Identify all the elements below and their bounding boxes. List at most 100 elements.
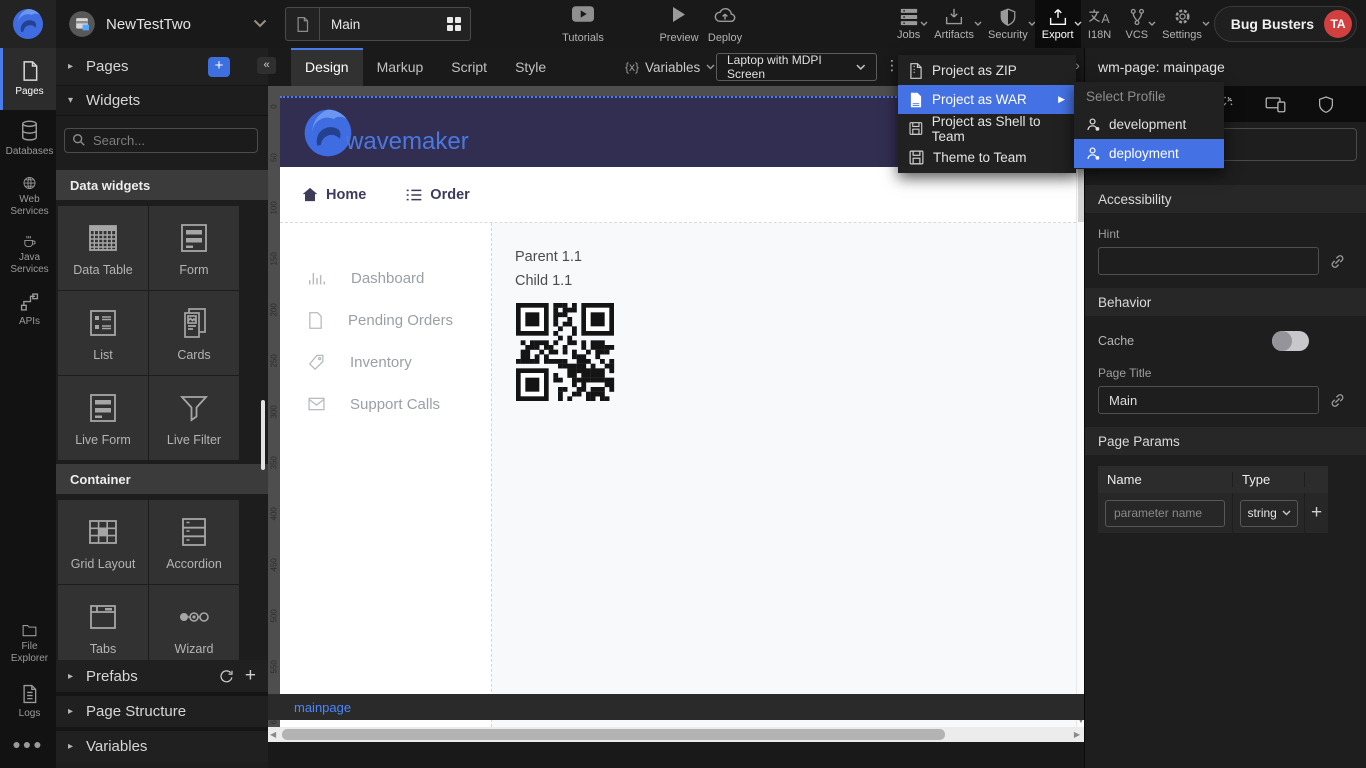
- save-disk-icon: [909, 150, 924, 165]
- widget-cards[interactable]: Cards: [149, 291, 239, 375]
- git-branch-icon: [1128, 8, 1146, 26]
- more-sidebar-items-icon[interactable]: ●●●: [0, 736, 56, 752]
- properties-panel-title: wm-page: mainpage: [1085, 48, 1366, 86]
- scroll-right-arrow-icon[interactable]: ▶: [1074, 730, 1080, 739]
- design-canvas[interactable]: wavemaker Home Order Dashboard: [280, 96, 1076, 727]
- canvas-brand-text: wavemaker: [346, 128, 469, 156]
- project-menu[interactable]: NewTestTwo: [68, 0, 267, 48]
- page-grid-icon[interactable]: [446, 16, 470, 32]
- jobs-button[interactable]: Jobs: [890, 0, 927, 48]
- widget-form[interactable]: Form: [149, 206, 239, 290]
- canvas-vertical-scrollbar[interactable]: ▼: [1076, 96, 1084, 727]
- user-avatar[interactable]: TA: [1324, 10, 1352, 38]
- bind-link-icon[interactable]: [1329, 392, 1346, 409]
- refresh-icon[interactable]: [218, 669, 233, 684]
- live-form-icon: [85, 390, 121, 426]
- i18n-button[interactable]: A I18N: [1081, 0, 1119, 48]
- param-type-select[interactable]: string: [1240, 500, 1298, 527]
- sidebar-item-databases[interactable]: Databases: [0, 110, 56, 168]
- folder-icon: [19, 623, 40, 637]
- section-page-params[interactable]: Page Params: [1085, 427, 1366, 455]
- tab-script[interactable]: Script: [437, 48, 501, 86]
- widget-accordion[interactable]: Accordion: [149, 500, 239, 584]
- variables-button[interactable]: {x} Variables: [625, 48, 715, 86]
- table-row: string +: [1098, 493, 1328, 533]
- param-name-input[interactable]: [1105, 500, 1225, 527]
- bind-link-icon[interactable]: [1329, 253, 1346, 270]
- panel-section-prefabs[interactable]: ▸ Prefabs +: [56, 660, 268, 692]
- nav-item-support-calls[interactable]: Support Calls: [280, 383, 491, 425]
- team-menu[interactable]: Bug Busters TA: [1214, 6, 1357, 42]
- device-selector[interactable]: Laptop with MDPI Screen: [716, 53, 877, 81]
- tab-design[interactable]: Design: [291, 48, 363, 86]
- widget-live-form[interactable]: Live Form: [58, 376, 148, 460]
- devices-icon[interactable]: [1265, 96, 1286, 113]
- page-selector[interactable]: Main: [285, 7, 471, 41]
- menu-item-project-as-shell-to-team[interactable]: Project as Shell to Team: [898, 114, 1076, 143]
- security-shield-outline-icon[interactable]: [1317, 95, 1335, 114]
- section-accessibility[interactable]: Accessibility: [1085, 185, 1366, 213]
- cache-toggle[interactable]: [1272, 331, 1309, 351]
- artifacts-button[interactable]: Artifacts: [927, 0, 981, 48]
- page-title-input[interactable]: [1098, 386, 1319, 414]
- section-behavior[interactable]: Behavior: [1085, 288, 1366, 316]
- panel-section-pages[interactable]: ▸ Pages +: [56, 48, 268, 86]
- horizontal-scroll-thumb[interactable]: [282, 729, 945, 740]
- profile-deployment[interactable]: deployment: [1074, 139, 1224, 168]
- sidebar-item-pages[interactable]: Pages: [0, 48, 56, 110]
- sidebar-item-file-explorer[interactable]: File Explorer: [0, 615, 56, 673]
- vcs-button[interactable]: VCS: [1119, 0, 1156, 48]
- widget-grid-layout[interactable]: Grid Layout: [58, 500, 148, 584]
- sidebar-item-java-services[interactable]: Java Services: [0, 226, 56, 284]
- panel-section-variables[interactable]: ▸ Variables: [56, 731, 268, 762]
- profile-development[interactable]: development: [1074, 110, 1224, 139]
- tab-markup[interactable]: Markup: [363, 48, 438, 86]
- tutorials-button[interactable]: Tutorials: [552, 6, 614, 44]
- widget-list[interactable]: List: [58, 291, 148, 375]
- widget-tabs[interactable]: Tabs: [58, 585, 148, 669]
- tag-icon: [308, 354, 325, 371]
- widget-live-filter[interactable]: Live Filter: [149, 376, 239, 460]
- status-page-link[interactable]: mainpage: [294, 700, 351, 715]
- canvas-content[interactable]: Parent 1.1 Child 1.1: [492, 223, 1076, 727]
- collapse-panel-button[interactable]: «: [257, 57, 276, 74]
- nav-item-dashboard[interactable]: Dashboard: [280, 257, 491, 299]
- menu-item-project-as-war[interactable]: Project as WAR ▶: [898, 85, 1076, 114]
- deploy-button[interactable]: Deploy: [694, 6, 756, 44]
- hint-input[interactable]: [1098, 247, 1319, 275]
- form-icon: [176, 220, 212, 256]
- widget-data-table[interactable]: Data Table: [58, 206, 148, 290]
- sidebar-item-apis[interactable]: APIs: [0, 284, 56, 336]
- menu-item-project-as-zip[interactable]: Project as ZIP: [898, 56, 1076, 85]
- panel-section-widgets[interactable]: ▾ Widgets: [56, 86, 268, 116]
- page-params-table: Name Type string +: [1098, 466, 1328, 533]
- widget-wizard[interactable]: Wizard: [149, 585, 239, 669]
- wavemaker-logo[interactable]: [0, 0, 56, 48]
- menu-item-theme-to-team[interactable]: Theme to Team: [898, 143, 1076, 172]
- sidebar-item-web-services[interactable]: Web Services: [0, 168, 56, 226]
- add-page-button[interactable]: +: [208, 57, 230, 77]
- add-param-button[interactable]: +: [1311, 502, 1322, 523]
- panel-section-page-structure[interactable]: ▸ Page Structure: [56, 696, 268, 727]
- qr-code-image: [515, 303, 615, 401]
- widget-search-input[interactable]: [64, 128, 258, 153]
- column-header-type: Type: [1233, 472, 1305, 487]
- breadcrumb-home[interactable]: Home: [302, 187, 366, 203]
- panel-scrollbar[interactable]: [261, 400, 265, 470]
- nav-item-inventory[interactable]: Inventory: [280, 341, 491, 383]
- caret-right-icon: ▸: [68, 706, 86, 717]
- tab-style[interactable]: Style: [501, 48, 560, 86]
- security-button[interactable]: Security: [981, 0, 1035, 48]
- export-button[interactable]: Export: [1035, 0, 1081, 48]
- nav-item-pending-orders[interactable]: Pending Orders: [280, 299, 491, 341]
- canvas-horizontal-scrollbar[interactable]: ◀ ▶: [268, 727, 1084, 742]
- scroll-left-arrow-icon[interactable]: ◀: [270, 730, 276, 739]
- add-prefab-button[interactable]: +: [245, 669, 256, 683]
- canvas-more-options-icon[interactable]: ⋮: [885, 57, 899, 74]
- breadcrumb-order[interactable]: Order: [406, 187, 470, 203]
- sidebar-item-logs[interactable]: Logs: [0, 676, 56, 728]
- team-name: Bug Busters: [1231, 16, 1314, 32]
- file-icon: [909, 92, 923, 108]
- file-icon: [308, 312, 323, 329]
- settings-button[interactable]: Settings: [1155, 0, 1209, 48]
